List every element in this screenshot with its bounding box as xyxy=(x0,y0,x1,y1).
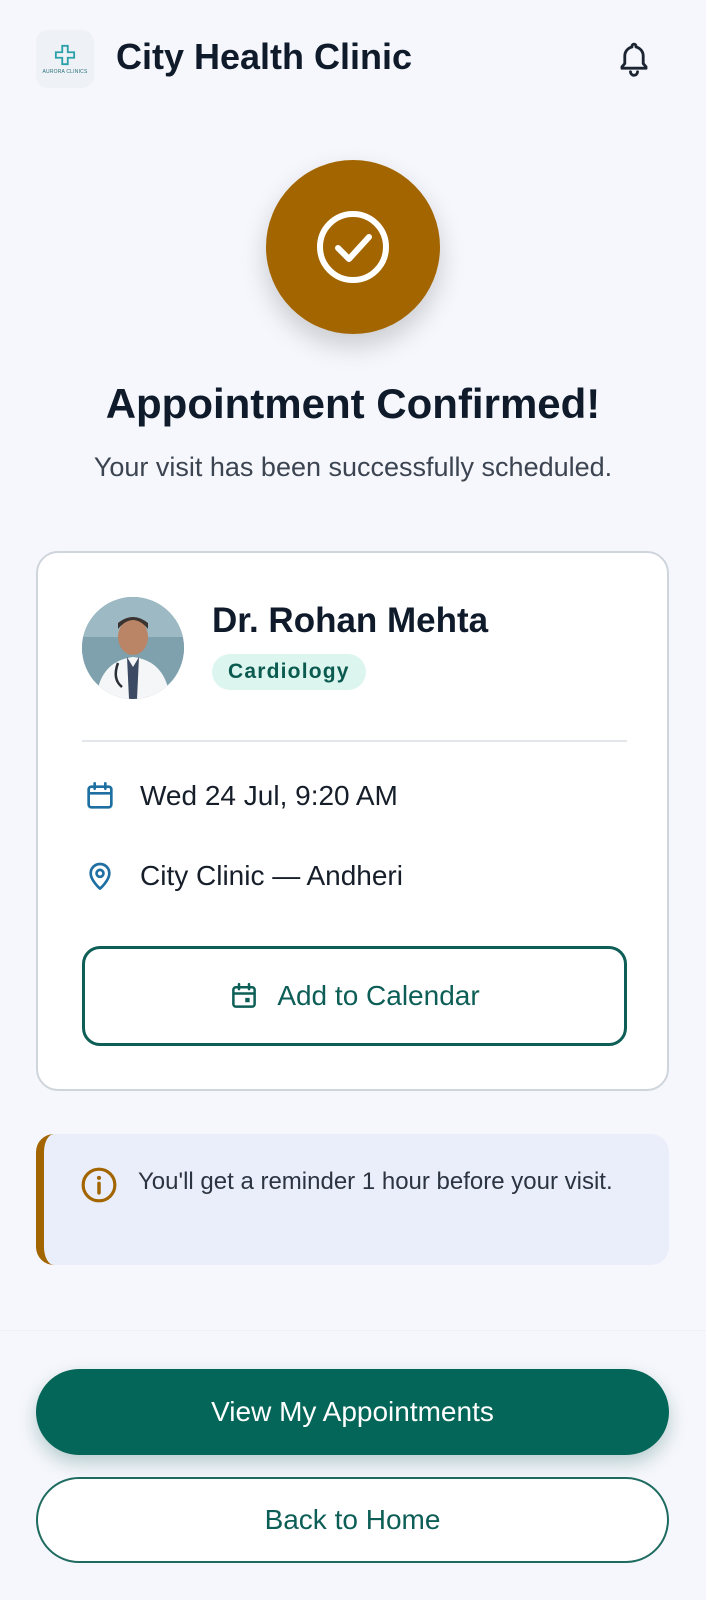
info-icon xyxy=(81,1167,117,1203)
logo-text: AURORA CLINICS xyxy=(42,68,88,75)
card-divider xyxy=(82,740,627,742)
add-to-calendar-button[interactable]: Add to Calendar xyxy=(82,946,627,1046)
notification-button[interactable] xyxy=(614,38,654,80)
clinic-logo: AURORA CLINICS xyxy=(36,30,94,88)
bell-icon xyxy=(620,42,648,77)
appointment-location: City Clinic — Andheri xyxy=(140,860,403,891)
doctor-name: Dr. Rohan Mehta xyxy=(212,601,489,640)
doctor-photo xyxy=(82,597,184,699)
doctor-avatar xyxy=(82,597,184,699)
appointment-location-row: City Clinic — Andheri xyxy=(82,858,403,894)
reminder-banner: You'll get a reminder 1 hour before your… xyxy=(36,1134,669,1265)
appointment-card: Dr. Rohan Mehta Cardiology Wed 24 Jul, 9… xyxy=(36,551,669,1091)
check-circle-icon xyxy=(317,211,389,283)
success-badge xyxy=(266,160,440,334)
reminder-text: You'll get a reminder 1 hour before your… xyxy=(138,1168,613,1195)
app-header: AURORA CLINICS City Health Clinic xyxy=(0,0,706,116)
medical-cross-icon xyxy=(54,44,76,65)
back-to-home-button[interactable]: Back to Home xyxy=(36,1477,669,1563)
add-to-calendar-label: Add to Calendar xyxy=(277,980,480,1011)
calendar-add-icon xyxy=(229,980,261,1012)
confirmation-title: Appointment Confirmed! xyxy=(105,380,601,427)
appointment-datetime: Wed 24 Jul, 9:20 AM xyxy=(140,780,398,811)
app-title: City Health Clinic xyxy=(116,36,413,77)
appointment-datetime-row: Wed 24 Jul, 9:20 AM xyxy=(82,778,398,814)
calendar-icon xyxy=(82,778,118,814)
confirmation-subtitle: Your visit has been successfully schedul… xyxy=(93,452,613,482)
view-appointments-button[interactable]: View My Appointments xyxy=(36,1369,669,1455)
specialty-badge: Cardiology xyxy=(212,654,366,690)
location-pin-icon xyxy=(82,858,118,894)
